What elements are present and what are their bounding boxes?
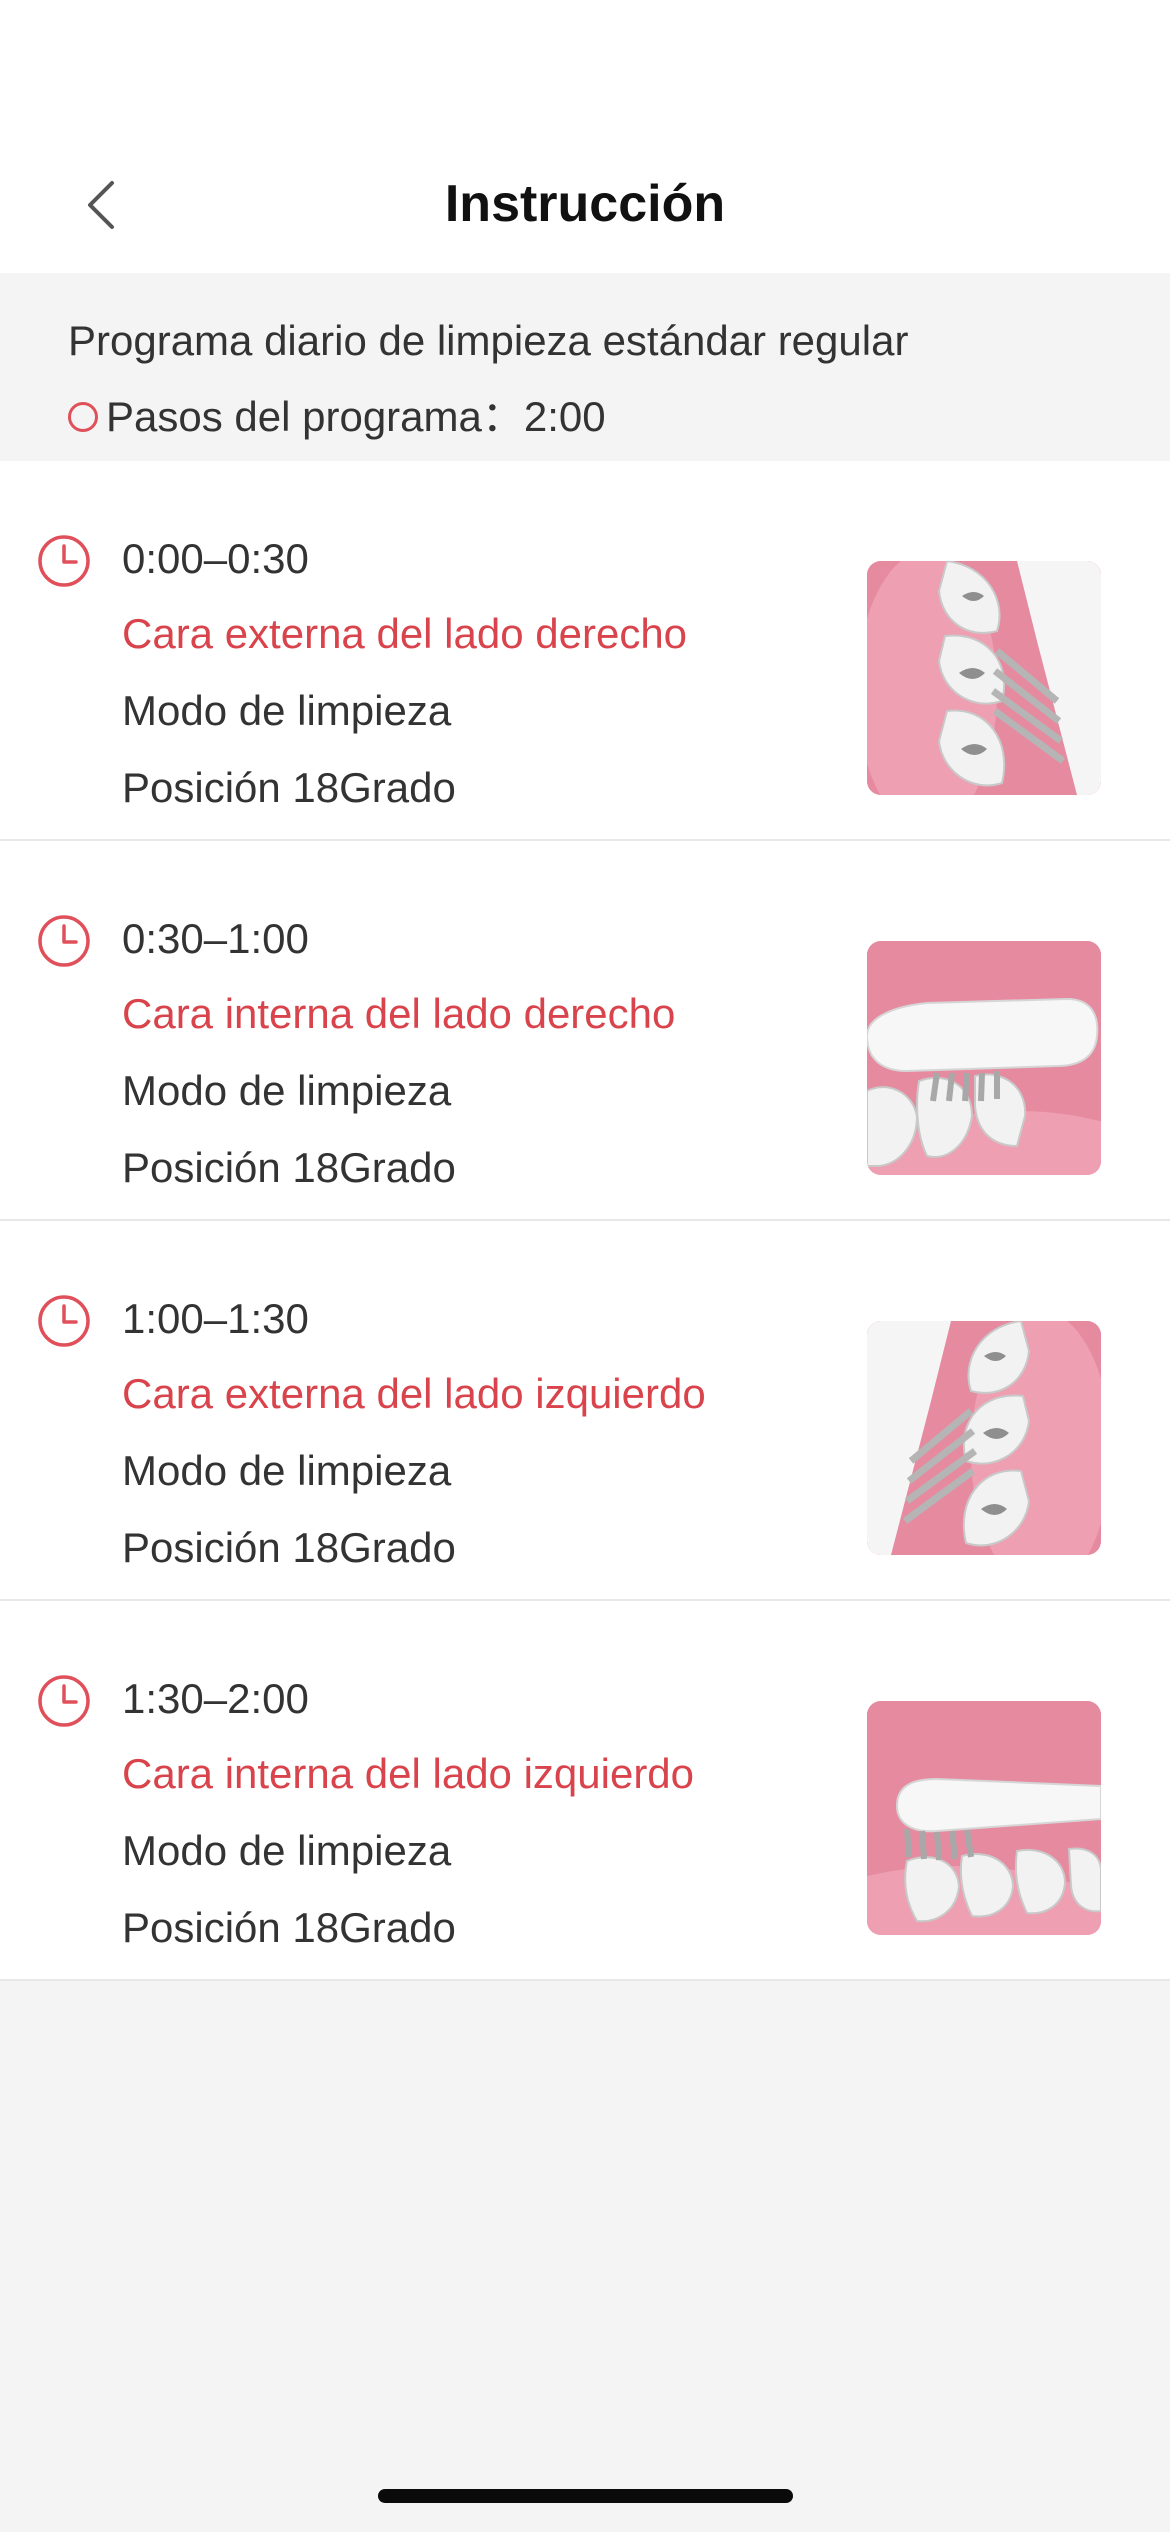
step-time: 0:00–0:30 — [122, 535, 309, 582]
step-list: 0:00–0:30 Cara externa del lado derecho … — [0, 461, 1170, 1981]
header: Instrucción — [0, 0, 1170, 273]
list-item: 1:30–2:00 Cara interna del lado izquierd… — [0, 1601, 1170, 1981]
program-duration: Pasos del programa：2:00 — [68, 389, 606, 445]
home-indicator[interactable] — [378, 2489, 793, 2503]
step-position: Posición 18Grado — [122, 1144, 456, 1191]
step-mode: Modo de limpieza — [122, 687, 452, 734]
inner-left-teeth-brush-image — [867, 1701, 1101, 1935]
clock-icon — [38, 915, 90, 967]
step-time: 0:30–1:00 — [122, 915, 309, 962]
inner-right-teeth-brush-image — [867, 941, 1101, 1175]
step-mode: Modo de limpieza — [122, 1067, 452, 1114]
clock-icon — [38, 535, 90, 587]
outer-left-teeth-brush-image — [867, 1321, 1101, 1555]
circle-icon — [68, 402, 98, 432]
step-mode: Modo de limpieza — [122, 1827, 452, 1874]
step-time: 1:00–1:30 — [122, 1295, 309, 1342]
outer-right-teeth-brush-image — [867, 561, 1101, 795]
step-position: Posición 18Grado — [122, 1904, 456, 1951]
page-title: Instrucción — [444, 175, 726, 233]
step-mode: Modo de limpieza — [122, 1447, 452, 1494]
step-area: Cara externa del lado derecho — [122, 610, 688, 657]
step-position: Posición 18Grado — [122, 1524, 456, 1571]
clock-icon — [38, 1675, 90, 1727]
step-time: 1:30–2:00 — [122, 1675, 309, 1722]
list-item: 0:00–0:30 Cara externa del lado derecho … — [0, 461, 1170, 841]
list-item: 0:30–1:00 Cara interna del lado derecho … — [0, 841, 1170, 1221]
step-area: Cara externa del lado izquierdo — [122, 1370, 706, 1417]
step-area: Cara interna del lado derecho — [122, 990, 676, 1037]
list-item: 1:00–1:30 Cara externa del lado izquierd… — [0, 1221, 1170, 1601]
clock-icon — [38, 1295, 90, 1347]
program-summary: Programa diario de limpieza estándar reg… — [0, 273, 1170, 461]
program-duration-label: Pasos del programa：2:00 — [106, 393, 606, 440]
instruction-screen: Instrucción Programa diario de limpieza … — [0, 0, 1170, 2532]
step-area: Cara interna del lado izquierdo — [122, 1750, 695, 1797]
step-position: Posición 18Grado — [122, 764, 456, 811]
program-title: Programa diario de limpieza estándar reg… — [68, 317, 909, 364]
